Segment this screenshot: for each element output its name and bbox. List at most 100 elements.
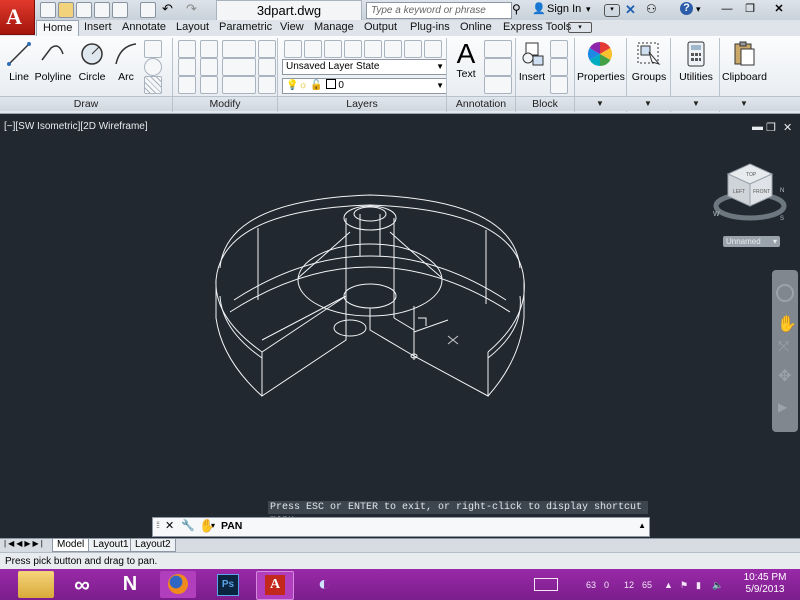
minimize-button[interactable]: —: [718, 2, 736, 16]
tab-output[interactable]: Output: [364, 20, 397, 35]
layer-state-icon[interactable]: [304, 40, 322, 58]
firefox-icon[interactable]: [160, 571, 196, 598]
recent-commands-dropdown-icon[interactable]: ▾: [211, 521, 215, 530]
offset-icon[interactable]: [258, 76, 276, 94]
erase-icon[interactable]: [258, 40, 276, 58]
viewcube[interactable]: TOP LEFT FRONT N W S: [708, 158, 792, 224]
tab-annotate[interactable]: Annotate: [122, 20, 166, 35]
hatch-icon[interactable]: [144, 76, 162, 94]
showmotion-icon[interactable]: ▶: [778, 400, 787, 414]
tab-parametric[interactable]: Parametric: [219, 20, 272, 35]
modify-panel-title[interactable]: Modify: [173, 96, 277, 111]
rectangle-icon[interactable]: [144, 40, 162, 58]
mirror-icon[interactable]: [200, 58, 218, 76]
explode-icon[interactable]: [258, 58, 276, 76]
chevron-down-icon[interactable]: ▼: [596, 97, 604, 111]
save-as-icon[interactable]: [94, 2, 110, 18]
stay-connected-icon[interactable]: ⚇: [646, 2, 657, 17]
properties-button[interactable]: Properties: [577, 40, 625, 83]
binoculars-icon[interactable]: ⚲: [512, 2, 528, 17]
layers-panel-title[interactable]: Layers: [278, 96, 446, 111]
file-explorer-icon[interactable]: [18, 571, 54, 598]
layer-properties-icon[interactable]: [284, 40, 302, 58]
clipboard-button[interactable]: Clipboard: [722, 40, 767, 83]
move-icon[interactable]: [178, 40, 196, 58]
stretch-icon[interactable]: [178, 76, 196, 94]
viewcube-front-face[interactable]: FRONT: [753, 189, 770, 195]
touch-keyboard-icon[interactable]: [534, 578, 558, 591]
tab-insert[interactable]: Insert: [84, 20, 112, 35]
tab-model[interactable]: Model: [52, 539, 90, 552]
restore-button[interactable]: ❐: [741, 2, 759, 16]
tab-layout2[interactable]: Layout2: [130, 539, 176, 552]
save-icon[interactable]: [76, 2, 92, 18]
fillet-icon[interactable]: [222, 58, 256, 76]
rotate-icon[interactable]: [200, 40, 218, 58]
sign-in-link[interactable]: Sign In: [547, 2, 581, 17]
ribbon-minimize-icon[interactable]: ▾: [568, 22, 592, 33]
insert-button[interactable]: Insert: [518, 40, 546, 83]
layer-walk-icon[interactable]: [424, 40, 442, 58]
annotation-panel-title[interactable]: Annotation: [447, 96, 515, 111]
print-icon[interactable]: [140, 2, 156, 18]
layer-state-select[interactable]: Unsaved Layer State ▼: [282, 59, 447, 75]
customize-wrench-icon[interactable]: 🔧: [181, 519, 195, 532]
groups-button[interactable]: Groups: [630, 40, 668, 83]
volume-icon[interactable]: 🔈: [712, 580, 723, 591]
tab-express-tools[interactable]: Express Tools: [503, 20, 571, 35]
viewport-restore-icon[interactable]: ❐: [766, 121, 776, 134]
system-clock[interactable]: 10:45 PM 5/9/2013: [734, 572, 796, 596]
orbit-icon[interactable]: ✥: [778, 366, 791, 386]
utilities-button[interactable]: Utilities: [676, 40, 716, 83]
layer-select[interactable]: 💡☼ 🔓 0 ▼: [282, 78, 447, 94]
ellipse-icon[interactable]: [144, 58, 162, 76]
tab-online[interactable]: Online: [460, 20, 492, 35]
draw-panel-title[interactable]: Draw: [0, 96, 172, 111]
copy-icon[interactable]: [178, 58, 196, 76]
autocad-taskbar-icon[interactable]: A: [256, 571, 294, 600]
layer-lock-icon[interactable]: [384, 40, 402, 58]
leader-icon[interactable]: [484, 58, 512, 76]
help-dropdown-icon[interactable]: ▾: [696, 2, 701, 17]
layer-match-icon[interactable]: [404, 40, 422, 58]
tab-view[interactable]: View: [280, 20, 304, 35]
user-icon[interactable]: 👤: [532, 2, 546, 17]
layer-isolate-icon[interactable]: [324, 40, 342, 58]
block-panel-title[interactable]: Block: [516, 96, 574, 111]
viewport-minimize-icon[interactable]: ▬: [752, 121, 763, 133]
viewport-close-icon[interactable]: ✕: [783, 121, 792, 134]
onenote-icon[interactable]: N: [112, 571, 148, 598]
photoshop-icon[interactable]: Ps: [210, 571, 246, 598]
layout-scroll-arrows-icon[interactable]: |◀◀▶▶|: [4, 539, 45, 548]
create-block-icon[interactable]: [550, 40, 568, 58]
edit-block-icon[interactable]: [550, 58, 568, 76]
help-icon[interactable]: ?: [680, 2, 693, 15]
open-folder-icon[interactable]: [58, 2, 74, 18]
flag-icon[interactable]: ⚑: [680, 580, 688, 591]
redo-icon[interactable]: ↷: [186, 2, 200, 16]
exchange-icon[interactable]: ▾: [604, 4, 620, 17]
undo-icon[interactable]: ↶: [162, 2, 176, 16]
tab-layout[interactable]: Layout: [176, 20, 209, 35]
visual-studio-icon[interactable]: ∞: [64, 571, 100, 598]
compass-north[interactable]: N: [780, 188, 784, 194]
viewport-controls-label[interactable]: [−][SW Isometric][2D Wireframe]: [4, 121, 148, 132]
command-history-dropdown-icon[interactable]: ▲: [638, 521, 646, 530]
network-icon[interactable]: ▮: [696, 580, 701, 591]
text-button[interactable]: A Text: [452, 40, 480, 81]
pan-hand-icon[interactable]: ✋: [777, 314, 797, 334]
edit-attributes-icon[interactable]: [550, 76, 568, 94]
arc-button[interactable]: Arc: [112, 40, 140, 83]
command-line-grip-icon[interactable]: ⁞⁞: [156, 520, 160, 530]
sign-in-dropdown-icon[interactable]: ▾: [586, 2, 591, 17]
tab-plug-ins[interactable]: Plug-ins: [410, 20, 450, 35]
array-icon[interactable]: [222, 76, 256, 94]
table-icon[interactable]: [484, 76, 512, 94]
ucs-dropdown[interactable]: Unnamed ▾: [723, 236, 780, 247]
steering-wheel-icon[interactable]: [776, 284, 794, 302]
application-menu-button[interactable]: A: [0, 0, 35, 35]
scale-icon[interactable]: [200, 76, 218, 94]
line-button[interactable]: Line: [4, 40, 34, 83]
viewcube-left-face[interactable]: LEFT: [733, 189, 745, 195]
search-input[interactable]: Type a keyword or phrase: [366, 2, 512, 19]
